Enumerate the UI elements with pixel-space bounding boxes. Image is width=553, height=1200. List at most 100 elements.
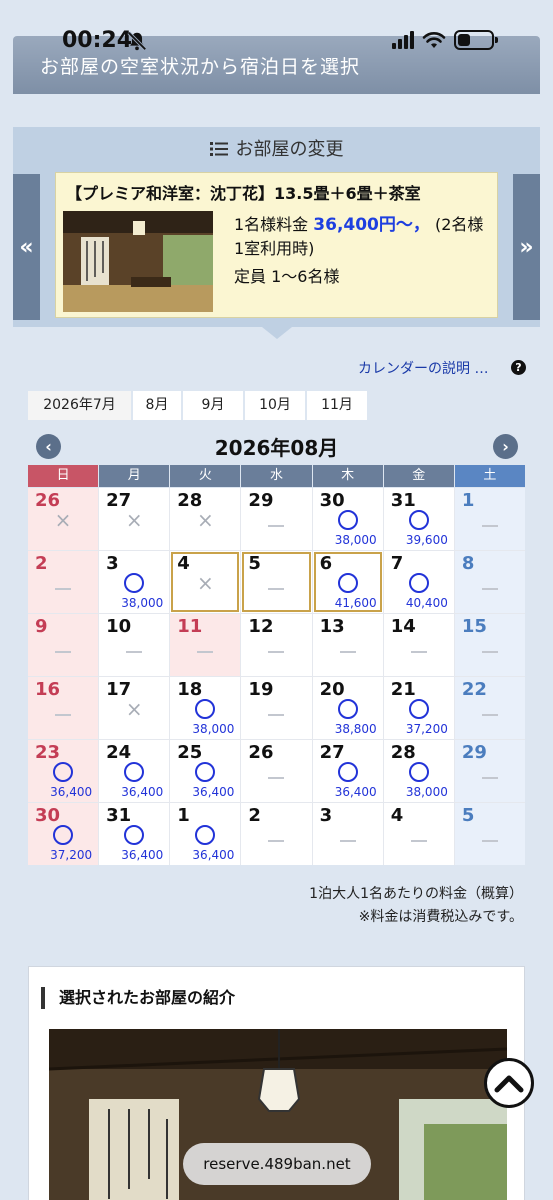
day-number: 31	[106, 805, 132, 826]
day-number: 14	[390, 616, 416, 637]
day-price: 37,200	[50, 848, 93, 862]
calendar-day-cell[interactable]: 1 36,400	[170, 803, 241, 865]
calendar-day-cell[interactable]: 30 37,200	[28, 803, 99, 865]
available-circle-icon	[408, 510, 429, 530]
calendar-day-cell[interactable]: 3 38,000	[99, 551, 170, 613]
calendar-day-cell: 27 ×	[99, 488, 170, 550]
calendar-day-cell: 10	[99, 614, 170, 676]
day-price: 36,400	[192, 785, 235, 799]
price-note: 1泊大人1名あたりの料金（概算）	[309, 886, 523, 902]
calendar-day-cell[interactable]: 7 40,400	[383, 551, 454, 613]
available-circle-icon	[124, 573, 145, 593]
calendar-day-cell[interactable]: 23 36,400	[28, 740, 99, 802]
calendar-day-cell: 9	[28, 614, 99, 676]
unavailable-cross-icon: ×	[196, 508, 214, 532]
available-circle-icon	[408, 762, 429, 782]
calendar-day-cell[interactable]: 20 38,800	[312, 677, 383, 739]
cellular-signal-icon	[392, 31, 414, 49]
no-plan-dash-icon	[197, 651, 214, 653]
day-number: 12	[248, 616, 274, 637]
calendar-month-title: 2026年08月	[214, 436, 339, 460]
room-price: 1名様料金 36,400円～， (2名様1室利用時)	[234, 213, 484, 261]
day-number: 11	[177, 616, 203, 637]
browser-url-bar[interactable]: reserve.489ban.net	[183, 1143, 371, 1185]
header-divider	[13, 94, 540, 124]
scroll-to-top-button[interactable]	[484, 1058, 534, 1108]
month-tab[interactable]: 10月	[245, 391, 305, 420]
calendar-day-cell[interactable]: 18 38,000	[170, 677, 241, 739]
room-thumbnail	[63, 211, 213, 312]
room-change-heading[interactable]: お部屋の変更	[13, 135, 540, 161]
screen: 00:24 お部屋の空室状況から宿泊日を選択 お部屋の変更 « » 【プレミア和…	[0, 0, 553, 1200]
day-number: 5	[461, 805, 475, 826]
available-circle-icon	[195, 825, 216, 845]
calendar-day-cell: 22	[454, 677, 525, 739]
prev-room-button[interactable]: «	[13, 174, 40, 320]
weekday-label: 水	[241, 465, 312, 487]
no-plan-dash-icon	[339, 651, 356, 653]
calendar-day-cell[interactable]: 30 38,000	[312, 488, 383, 550]
no-plan-dash-icon	[481, 777, 498, 779]
day-number: 4	[390, 805, 404, 826]
month-tab[interactable]: 8月	[133, 391, 181, 420]
calendar-day-cell[interactable]: 21 37,200	[383, 677, 454, 739]
available-circle-icon	[408, 699, 429, 719]
status-time: 00:24	[62, 28, 133, 53]
available-circle-icon	[124, 762, 145, 782]
calendar-day-cell: 12	[241, 614, 312, 676]
question-icon[interactable]: ?	[511, 360, 526, 375]
available-circle-icon	[337, 573, 358, 593]
day-number: 8	[461, 553, 475, 574]
next-month-button[interactable]: ›	[493, 434, 518, 459]
day-price: 36,400	[121, 785, 164, 799]
calendar-day-cell: 3	[312, 803, 383, 865]
no-plan-dash-icon	[481, 651, 498, 653]
weekday-header: 日月火水木金土	[28, 465, 525, 487]
day-number: 19	[248, 679, 274, 700]
day-price: 38,000	[121, 596, 164, 610]
day-price: 38,800	[334, 722, 377, 736]
month-tab[interactable]: 11月	[307, 391, 367, 420]
calendar-day-cell: 26 ×	[28, 488, 99, 550]
calendar-day-cell[interactable]: 6 41,600	[312, 551, 383, 613]
available-circle-icon	[53, 762, 74, 782]
no-plan-dash-icon	[268, 525, 285, 527]
available-circle-icon	[337, 510, 358, 530]
day-number: 4	[177, 553, 190, 574]
day-number: 5	[248, 553, 261, 574]
calendar-day-cell[interactable]: 28 38,000	[383, 740, 454, 802]
calendar-day-cell: 8	[454, 551, 525, 613]
month-tabs: 2026年7月 8月 9月 10月 11月	[28, 391, 367, 420]
room-card[interactable]: 【プレミア和洋室：沈丁花】13.5畳＋6畳＋茶室 1名様料金 36,400円～，…	[55, 172, 498, 318]
day-number: 27	[319, 742, 345, 763]
no-plan-dash-icon	[481, 714, 498, 716]
month-tab[interactable]: 2026年7月	[28, 391, 131, 420]
calendar-day-cell[interactable]: 24 36,400	[99, 740, 170, 802]
available-circle-icon	[124, 825, 145, 845]
weekday-label: 日	[28, 465, 99, 487]
wifi-icon	[422, 32, 446, 48]
month-tab[interactable]: 9月	[183, 391, 243, 420]
calendar-day-cell: 2	[241, 803, 312, 865]
calendar-day-cell[interactable]: 25 36,400	[170, 740, 241, 802]
day-number: 24	[106, 742, 132, 763]
unavailable-cross-icon: ×	[54, 508, 72, 532]
next-room-button[interactable]: »	[513, 174, 540, 320]
day-number: 26	[248, 742, 274, 763]
calendar-day-cell[interactable]: 27 36,400	[312, 740, 383, 802]
no-plan-dash-icon	[410, 840, 427, 842]
day-number: 29	[461, 742, 487, 763]
no-plan-dash-icon	[268, 840, 285, 842]
bell-slash-icon	[127, 31, 147, 51]
calendar-day-cell[interactable]: 31 36,400	[99, 803, 170, 865]
no-plan-dash-icon	[481, 588, 498, 590]
available-circle-icon	[337, 699, 358, 719]
calendar-day-cell[interactable]: 31 39,600	[383, 488, 454, 550]
day-number: 13	[319, 616, 345, 637]
calendar-help-link[interactable]: カレンダーの説明 …	[358, 358, 488, 378]
calendar-day-cell: 4 ×	[170, 551, 241, 613]
day-number: 1	[177, 805, 190, 826]
unavailable-cross-icon: ×	[125, 697, 143, 721]
calendar-day-cell: 29	[454, 740, 525, 802]
day-number: 7	[390, 553, 404, 574]
